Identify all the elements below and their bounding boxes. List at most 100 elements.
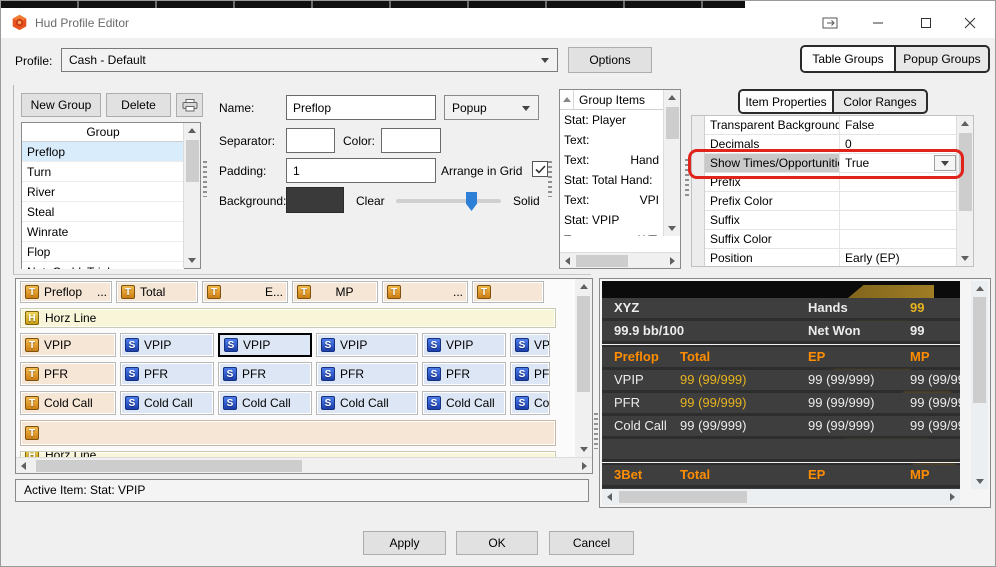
editor-cell[interactable]: T Cold Call [20,391,116,415]
editor-cell[interactable]: T PFR [20,362,116,386]
group-items-header[interactable]: Group Items [560,90,663,110]
property-row[interactable]: Transparent Background False [705,116,957,135]
editor-cell[interactable]: S Cold Call [120,391,214,415]
editor-cell[interactable]: S PFR [218,362,312,386]
scrollbar-thumb[interactable] [959,133,972,211]
group-list-scrollbar[interactable] [183,123,200,268]
property-row[interactable]: Prefix Color [705,192,957,211]
slider-thumb[interactable] [466,192,477,211]
dock-window-icon[interactable] [813,10,847,36]
scroll-up-icon[interactable] [971,281,988,296]
editor-cell[interactable]: S VPIP [120,333,214,357]
tab-table-groups[interactable]: Table Groups [802,47,896,71]
sort-arrow-icon[interactable] [560,90,574,109]
group-items-row[interactable]: Stat: Player [560,110,663,130]
editor-cell[interactable]: S VPIP [218,333,312,357]
padding-input[interactable]: 1 [286,158,436,183]
editor-cell[interactable]: S PFR [316,362,418,386]
property-row[interactable]: Suffix Color [705,230,957,249]
opacity-slider[interactable] [396,192,501,211]
editor-cell[interactable]: S VP [510,333,550,357]
background-color-swatch[interactable] [286,187,344,213]
ok-button[interactable]: OK [456,531,538,555]
cancel-button[interactable]: Cancel [549,531,634,555]
group-items-row[interactable]: Text: VPI [560,190,663,210]
group-list-item[interactable]: River [22,182,184,202]
group-items-hscrollbar[interactable] [560,252,680,268]
editor-cell[interactable]: S Co [510,391,550,415]
group-items-row[interactable]: Stat: Total Hand: [560,170,663,190]
editor-cell[interactable]: S VPIP [316,333,418,357]
property-value[interactable] [840,173,957,191]
scroll-up-icon[interactable] [664,90,680,105]
scroll-left-icon[interactable] [560,253,575,268]
group-items-row[interactable]: Stat: VPIP [560,210,663,230]
editor-cell[interactable]: T E... [202,281,288,303]
editor-cell[interactable]: S Cold Call [422,391,506,415]
preview-vscrollbar[interactable] [971,281,988,489]
property-value[interactable] [840,192,957,210]
editor-hscrollbar[interactable] [16,457,592,473]
close-icon[interactable] [953,10,987,36]
group-list-item[interactable]: Flop [22,242,184,262]
profile-select[interactable]: Cash - Default [61,48,558,72]
scroll-left-icon[interactable] [602,489,617,505]
editor-cell[interactable]: S Cold Call [316,391,418,415]
editor-cell[interactable]: S Cold Call [218,391,312,415]
editor-text-bar[interactable]: T [20,420,556,446]
new-group-button[interactable]: New Group [21,93,101,117]
editor-cell[interactable]: T MP [292,281,378,303]
group-list-item[interactable]: Preflop [22,142,184,162]
scroll-left-icon[interactable] [16,458,31,473]
options-button[interactable]: Options [568,47,652,73]
group-list-item[interactable]: Winrate [22,222,184,242]
property-row[interactable]: Position Early (EP) [705,249,957,266]
scrollbar-thumb[interactable] [36,460,302,472]
splitter-grip[interactable] [203,161,207,197]
group-list-item[interactable]: Turn [22,162,184,182]
property-value[interactable]: Early (EP) [840,249,957,266]
group-list-item[interactable]: NoteCaddyTrial [22,262,184,269]
scrollbar-thumb[interactable] [576,255,628,267]
property-value[interactable]: False [840,116,957,134]
maximize-icon[interactable] [909,10,943,36]
group-list-item[interactable]: Steal [22,202,184,222]
property-value[interactable]: 0 [840,135,957,153]
scroll-right-icon[interactable] [665,253,680,268]
minimize-icon[interactable] [861,10,895,36]
scroll-up-icon[interactable] [184,123,200,138]
group-items-row[interactable]: Text: [560,130,663,150]
group-items-vscrollbar[interactable] [663,90,680,236]
scroll-up-icon[interactable] [575,279,592,294]
property-row[interactable]: Prefix [705,173,957,192]
editor-vscrollbar[interactable] [575,279,592,457]
property-value[interactable] [840,230,957,248]
splitter-grip[interactable] [594,413,598,449]
editor-cell[interactable]: S PFR [120,362,214,386]
apply-button[interactable]: Apply [363,531,446,555]
scrollbar-thumb[interactable] [973,297,986,403]
group-list-header[interactable]: Group [22,123,184,142]
properties-scrollbar[interactable] [956,116,973,266]
scroll-up-icon[interactable] [957,116,973,131]
print-button[interactable] [176,93,203,117]
dropdown-button[interactable] [934,155,956,171]
editor-cell[interactable]: T Total [116,281,198,303]
scroll-right-icon[interactable] [577,458,592,473]
delete-group-button[interactable]: Delete [106,93,171,117]
editor-cell[interactable]: S VPIP [422,333,506,357]
name-input[interactable]: Preflop [286,95,436,120]
color-input[interactable] [381,128,441,153]
scroll-down-icon[interactable] [575,442,592,457]
editor-cell[interactable]: T [472,281,544,303]
editor-cell[interactable]: S PFR [422,362,506,386]
group-items-row[interactable]: Text: Hand [560,150,663,170]
property-value[interactable] [840,211,957,229]
editor-horz-line[interactable]: H Horz Line [20,308,556,328]
property-row[interactable]: Decimals 0 [705,135,957,154]
property-value[interactable]: True [840,154,957,172]
editor-cell[interactable]: S PF [510,362,550,386]
tab-color-ranges[interactable]: Color Ranges [834,91,926,112]
preview-hscrollbar[interactable] [602,489,960,505]
splitter-grip[interactable] [685,159,689,199]
